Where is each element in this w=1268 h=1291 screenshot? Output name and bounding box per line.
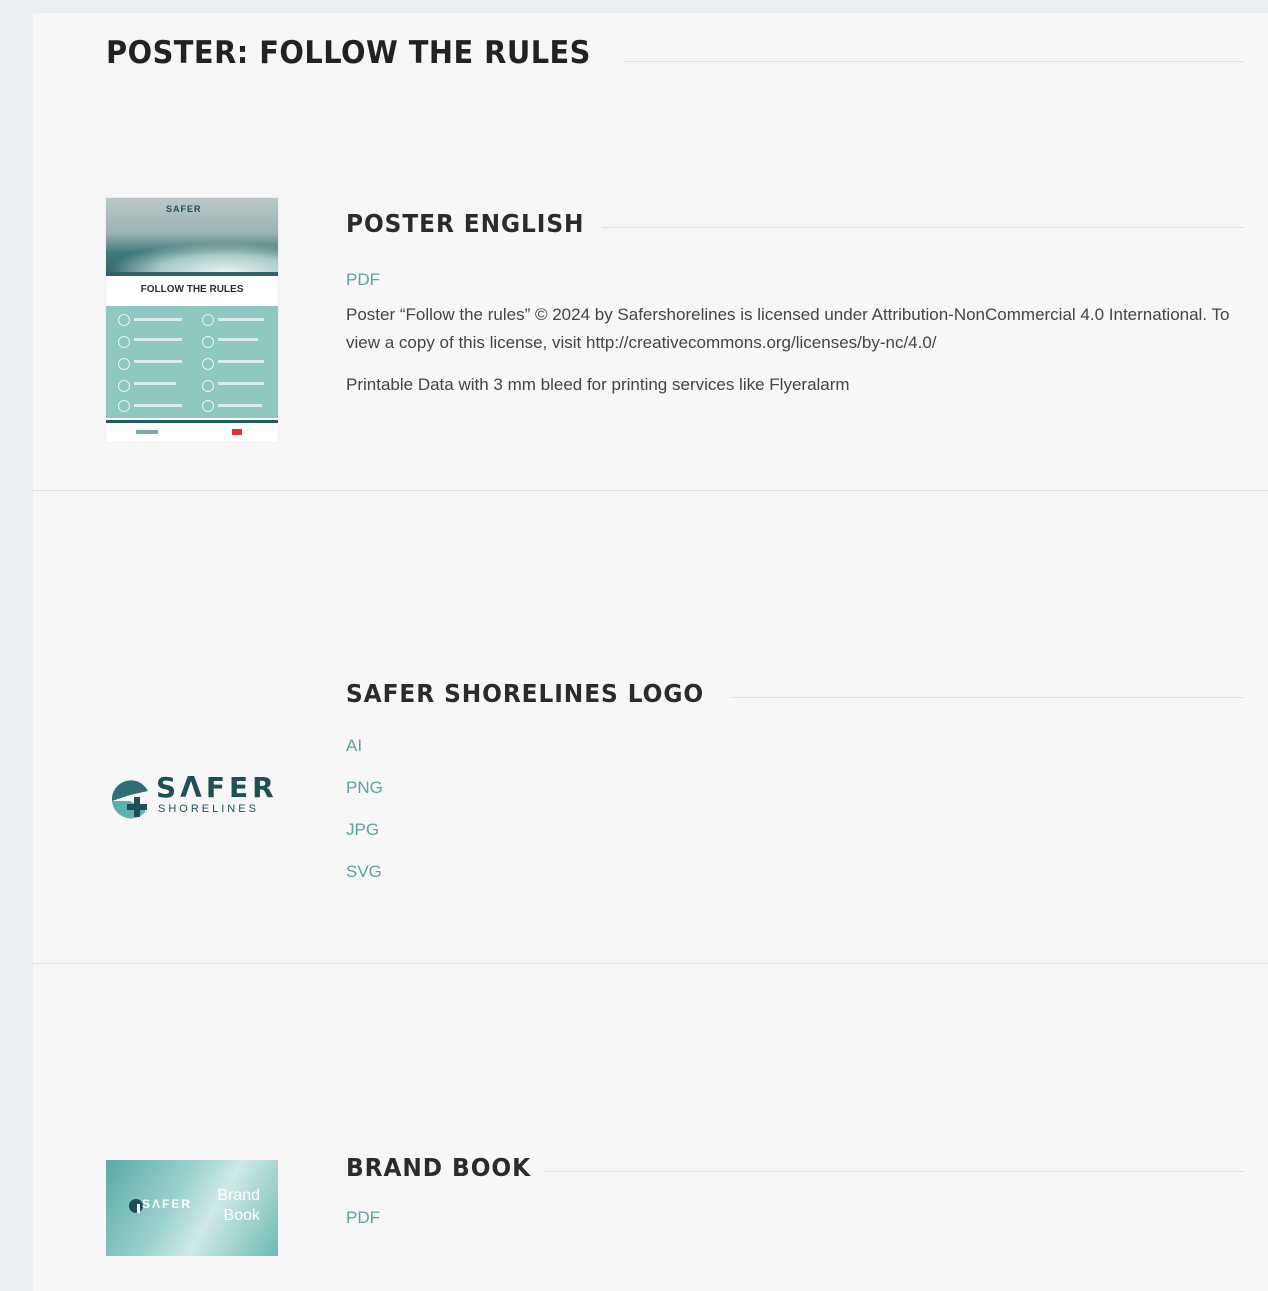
safer-shorelines-logo: SΛFER SHORELINES <box>106 771 278 821</box>
poster-heading: FOLLOW THE RULES <box>140 284 244 295</box>
pdf-download-link[interactable]: PDF <box>346 259 1244 301</box>
book-label: Book <box>223 1207 260 1224</box>
logo-thumbnail[interactable]: SΛFER SHORELINES <box>106 771 278 821</box>
divider <box>730 696 1244 698</box>
license-text: Poster “Follow the rules” © 2024 by Safe… <box>346 305 1230 352</box>
logo-mark-icon <box>111 780 148 819</box>
divider <box>602 226 1244 228</box>
brand-book-wordmark: SΛFER <box>142 1197 193 1211</box>
brand-book-label: Brand Book <box>204 1186 260 1226</box>
poster-footer-bar <box>106 420 278 423</box>
wave-crest <box>106 242 278 272</box>
download-links: AI PNG JPG SVG <box>346 725 1244 893</box>
svg-download-link[interactable]: SVG <box>346 851 1244 893</box>
section-body: SAFER SHORELINES LOGO AI PNG JPG SVG <box>346 675 1244 893</box>
logo-wordmark: SΛFER <box>156 771 278 804</box>
logo-subtext: SHORELINES <box>158 803 259 815</box>
divider <box>544 1170 1244 1172</box>
section-logo: SΛFER SHORELINES SAFER SHORELINES LOGO A… <box>33 491 1268 964</box>
section-body: POSTER ENGLISH PDF Poster “Follow the ru… <box>346 205 1244 399</box>
section-header: SAFER SHORELINES LOGO <box>346 675 1244 711</box>
print-note: Printable Data with 3 mm bleed for print… <box>346 375 850 394</box>
rules-panel <box>106 306 278 418</box>
section-body: BRAND BOOK PDF <box>346 1149 1244 1239</box>
content-panel: POSTER: FOLLOW THE RULES SAFER FOLLOW TH… <box>33 13 1268 1291</box>
poster-thumbnail[interactable]: SAFER FOLLOW THE RULES <box>106 198 278 442</box>
section-brand-book: SΛFER Brand Book BRAND BOOK PDF <box>33 964 1268 1291</box>
section-title: SAFER SHORELINES LOGO <box>346 678 705 708</box>
section-poster-english: SAFER FOLLOW THE RULES POSTER ENGLISH PD… <box>33 13 1268 491</box>
section-header: BRAND BOOK <box>346 1149 1244 1185</box>
section-title: BRAND BOOK <box>346 1152 532 1182</box>
download-links: PDF <box>346 259 1244 301</box>
brand-book-cover-image: SΛFER Brand Book <box>106 1160 278 1256</box>
poster-logo: SAFER <box>166 204 202 214</box>
pdf-download-link[interactable]: PDF <box>346 1197 1244 1239</box>
png-download-link[interactable]: PNG <box>346 767 1244 809</box>
poster-footer-logo <box>136 430 158 434</box>
section-header: POSTER ENGLISH <box>346 205 1244 241</box>
brand-label: Brand <box>217 1187 260 1204</box>
download-links: PDF <box>346 1197 1244 1239</box>
poster-preview-image: SAFER FOLLOW THE RULES <box>106 198 278 442</box>
jpg-download-link[interactable]: JPG <box>346 809 1244 851</box>
section-title: POSTER ENGLISH <box>346 208 585 238</box>
ai-download-link[interactable]: AI <box>346 725 1244 767</box>
poster-footer-flag <box>232 429 242 435</box>
brand-book-thumbnail[interactable]: SΛFER Brand Book <box>106 1160 278 1256</box>
